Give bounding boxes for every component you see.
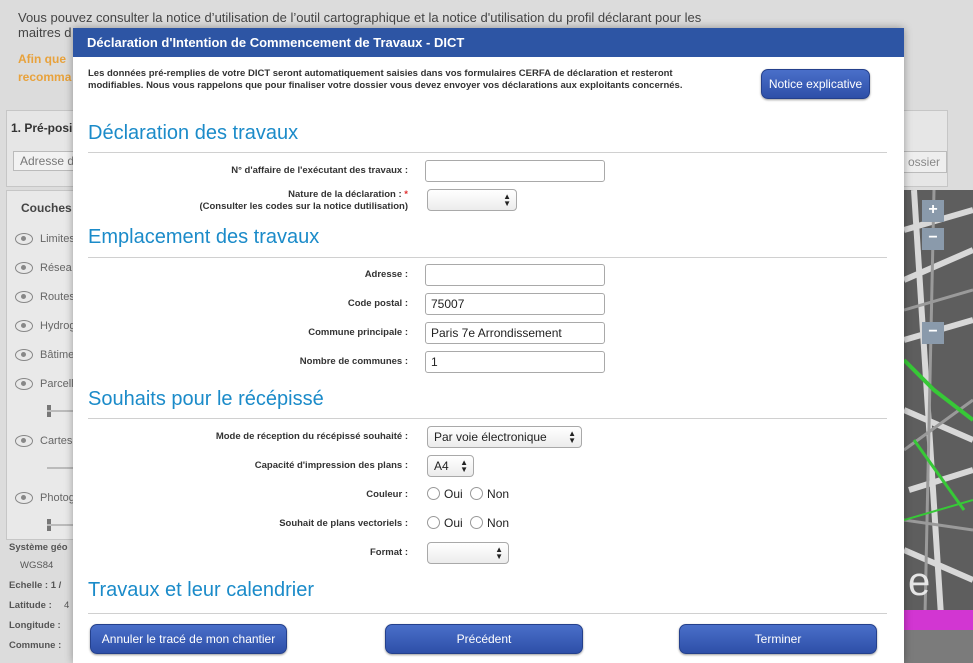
code-postal-input[interactable]: 75007: [425, 293, 605, 315]
latitude-value: 4: [64, 600, 70, 611]
vectoriels-non-radio[interactable]: [470, 516, 484, 529]
mode-select[interactable]: Par voie électronique ▲ ▼: [427, 426, 582, 448]
select-arrows-icon: ▲ ▼: [495, 545, 503, 561]
section-title-emplacement: Emplacement des travaux: [88, 226, 320, 248]
couleur-non-radio[interactable]: [470, 487, 484, 500]
format-select[interactable]: ▲ ▼: [427, 542, 509, 564]
nb-communes-label: Nombre de communes :: [299, 356, 408, 367]
section-divider: [88, 613, 887, 614]
latitude-label: Latitude :: [9, 600, 52, 611]
map-view[interactable]: e + − −: [904, 190, 973, 663]
previous-button[interactable]: Précédent: [385, 624, 583, 654]
eye-icon[interactable]: [15, 378, 33, 391]
eye-icon[interactable]: [15, 291, 33, 304]
nb-communes-input[interactable]: 1: [425, 351, 605, 373]
layer-item[interactable]: Parcell: [15, 378, 74, 391]
system-label: Système géo: [9, 542, 68, 553]
couleur-radio-group: Oui Non: [427, 487, 513, 501]
warning-line-2: recomma: [18, 70, 72, 84]
couleur-oui-radio[interactable]: [427, 487, 440, 500]
cancel-trace-button[interactable]: Annuler le tracé de mon chantier: [90, 624, 287, 654]
select-arrows-icon: ▲ ▼: [503, 192, 511, 208]
commune-label: Commune principale :: [308, 327, 408, 338]
zoom-in-button[interactable]: +: [922, 200, 944, 222]
eye-icon[interactable]: [15, 435, 33, 448]
layer-item[interactable]: Limites: [15, 233, 75, 246]
layer-item[interactable]: Cartes: [15, 435, 72, 448]
capacite-label: Capacité d'impression des plans :: [254, 460, 408, 471]
capacite-select[interactable]: A4 ▲ ▼: [427, 455, 474, 477]
section-title-recepisse: Souhaits pour le récépissé: [88, 388, 324, 410]
layer-item[interactable]: Photog: [15, 492, 75, 505]
format-label: Format :: [370, 547, 408, 558]
zoom-minus-button[interactable]: −: [922, 322, 944, 344]
mode-label: Mode de réception du récépissé souhaité …: [215, 431, 408, 442]
layer-item[interactable]: Résea: [15, 262, 72, 275]
warning-line-1: Afin que: [18, 52, 66, 66]
eye-icon[interactable]: [15, 262, 33, 275]
affaire-label: N° d'affaire de l'exécutant des travaux …: [231, 165, 408, 176]
zoom-out-button[interactable]: −: [922, 228, 944, 250]
finish-button[interactable]: Terminer: [679, 624, 877, 654]
adresse-label: Adresse :: [364, 269, 408, 280]
modal-title: Déclaration d'Intention de Commencement …: [73, 28, 904, 57]
vectoriels-oui-radio[interactable]: [427, 516, 440, 529]
couleur-label: Couleur :: [366, 489, 408, 500]
nature-select[interactable]: ▲ ▼: [427, 189, 517, 211]
map-roads: e: [904, 190, 973, 663]
section-divider: [88, 152, 887, 153]
select-arrows-icon: ▲ ▼: [568, 429, 576, 445]
layers-title: Couches: [21, 201, 72, 215]
layer-item[interactable]: Hydrog: [15, 320, 75, 333]
adresse-input[interactable]: [425, 264, 605, 286]
eye-icon[interactable]: [15, 320, 33, 333]
code-postal-label: Code postal :: [347, 298, 408, 309]
modal-notice-text: Les données pré-remplies de votre DICT s…: [88, 68, 683, 91]
section-divider: [88, 257, 887, 258]
system-value: WGS84: [20, 560, 54, 571]
vectoriels-radio-group: Oui Non: [427, 516, 513, 530]
required-marker: *: [404, 189, 408, 200]
scale-label: Echelle : 1 /: [9, 580, 62, 591]
eye-icon[interactable]: [15, 349, 33, 362]
section-title-calendrier: Travaux et leur calendrier: [88, 579, 315, 601]
layers-panel: Couches Limites Résea Routes Hydrog Bâti…: [6, 190, 81, 540]
select-arrows-icon: ▲ ▼: [460, 458, 468, 474]
notice-explicative-button[interactable]: Notice explicative: [761, 69, 870, 99]
affaire-input[interactable]: [425, 160, 605, 182]
eye-icon[interactable]: [15, 492, 33, 505]
pre-position-title: 1. Pré-posi: [11, 121, 73, 135]
layer-item[interactable]: Bâtime: [15, 349, 74, 362]
commune-label: Commune :: [9, 640, 62, 651]
section-title-travaux: Déclaration des travaux: [88, 122, 299, 144]
commune-input[interactable]: Paris 7e Arrondissement: [425, 322, 605, 344]
nature-label: Nature de la déclaration : * (Consulter …: [199, 189, 408, 212]
section-divider: [88, 418, 887, 419]
dict-modal: Déclaration d'Intention de Commencement …: [73, 28, 904, 663]
vectoriels-label: Souhait de plans vectoriels :: [279, 518, 408, 529]
layer-item[interactable]: Routes: [15, 291, 75, 304]
eye-icon[interactable]: [15, 233, 33, 246]
svg-text:e: e: [908, 560, 930, 604]
warning-text: Afin que recomma: [18, 50, 71, 86]
nature-hint: (Consulter les codes sur la notice dutil…: [199, 201, 408, 212]
longitude-label: Longitude :: [9, 620, 61, 631]
dossier-button[interactable]: ossier: [897, 151, 947, 173]
